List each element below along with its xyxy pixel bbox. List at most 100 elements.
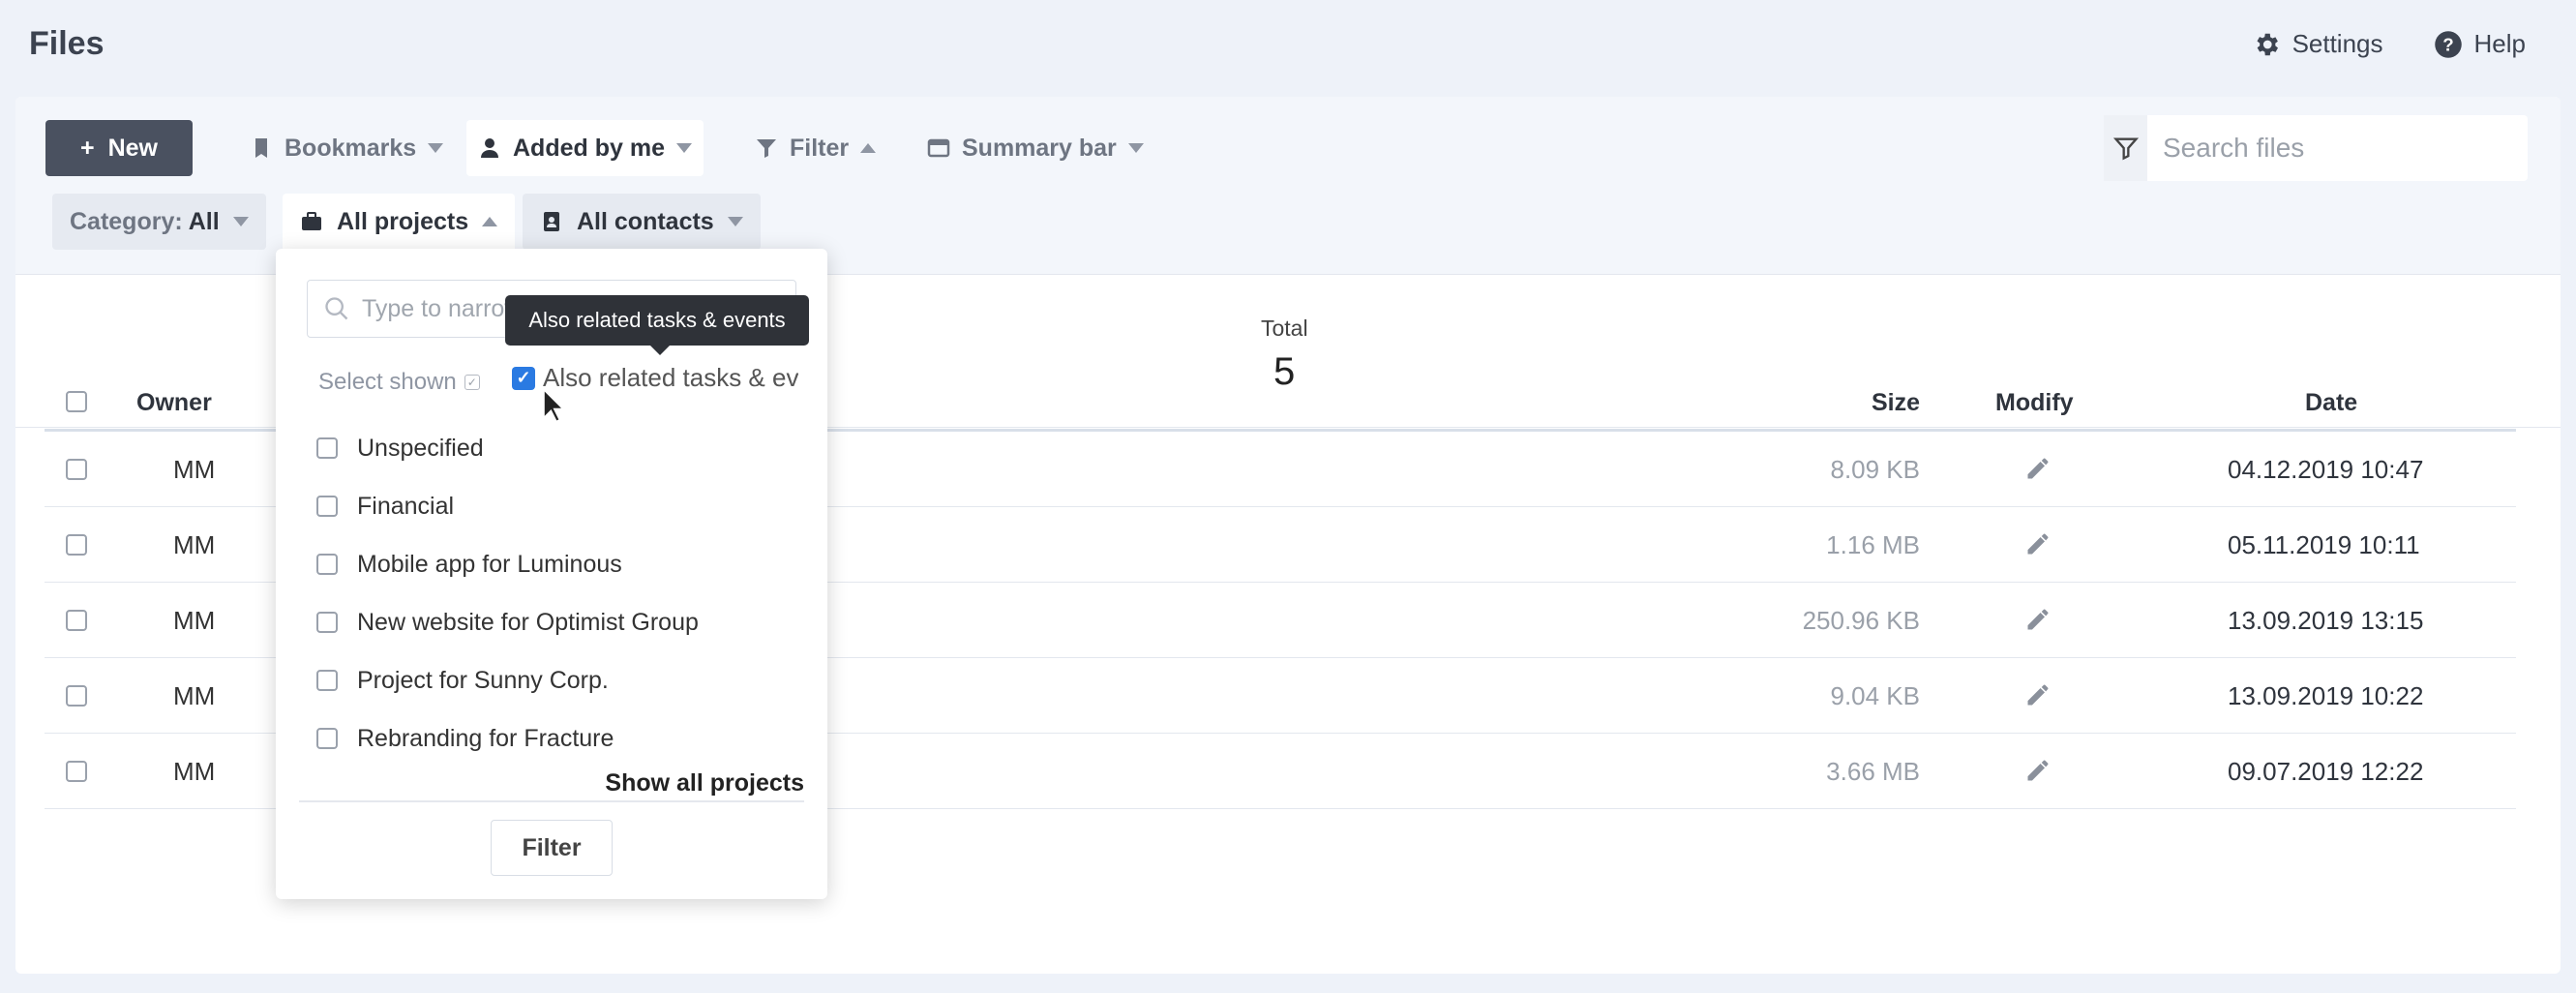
select-all-checkbox[interactable] — [66, 391, 87, 412]
list-item[interactable]: Project for Sunny Corp. — [316, 651, 800, 709]
settings-label: Settings — [2291, 29, 2383, 58]
owner-cell: MM — [173, 455, 216, 484]
window-icon — [927, 138, 950, 158]
date-header[interactable]: Date — [2305, 389, 2357, 417]
project-checkbox[interactable] — [316, 728, 338, 749]
row-checkbox[interactable] — [66, 761, 87, 782]
help-label: Help — [2473, 29, 2526, 58]
bookmarks-label: Bookmarks — [285, 134, 417, 162]
owner-cell: MM — [173, 530, 216, 559]
row-checkbox[interactable] — [66, 685, 87, 707]
pencil-icon[interactable] — [2024, 757, 2052, 784]
top-bar: Files Settings ? Help — [0, 0, 2576, 95]
project-checkbox[interactable] — [316, 437, 338, 459]
project-checkbox[interactable] — [316, 554, 338, 575]
project-list: Unspecified Financial Mobile app for Lum… — [316, 419, 800, 767]
summary-bar-label: Summary bar — [962, 134, 1117, 162]
project-checkbox[interactable] — [316, 496, 338, 517]
row-checkbox[interactable] — [66, 534, 87, 556]
modify-header: Modify — [1995, 389, 2074, 416]
list-item[interactable]: Financial — [316, 477, 800, 535]
row-checkbox[interactable] — [66, 459, 87, 480]
chevron-down-icon — [428, 143, 444, 153]
svg-text:?: ? — [2442, 34, 2453, 54]
category-chip[interactable]: Category: All — [52, 194, 266, 250]
projects-chip[interactable]: All projects — [283, 194, 516, 250]
size-cell: 8.09 KB — [1830, 455, 1920, 484]
settings-link[interactable]: Settings — [2252, 29, 2383, 59]
size-cell: 250.96 KB — [1802, 606, 1920, 635]
chevron-down-icon — [232, 217, 249, 226]
owner-cell: MM — [173, 606, 216, 635]
filter-icon — [757, 139, 776, 158]
new-button-label: New — [107, 134, 158, 162]
select-shown-checkbox[interactable]: ✓ — [464, 375, 480, 390]
page-title: Files — [29, 25, 105, 62]
gear-icon — [2257, 33, 2278, 55]
filter-icon — [2112, 137, 2139, 161]
category-value: All — [188, 207, 220, 235]
project-label: Mobile app for Luminous — [357, 550, 622, 578]
owner-cell: MM — [173, 681, 216, 710]
list-item[interactable]: Unspecified — [316, 419, 800, 477]
search-box — [2104, 115, 2528, 181]
chevron-down-icon — [1127, 143, 1144, 153]
pencil-icon[interactable] — [2024, 455, 2052, 482]
size-header[interactable]: Size — [1872, 389, 1920, 417]
date-cell: 04.12.2019 10:47 — [2228, 455, 2424, 484]
project-label: Project for Sunny Corp. — [357, 666, 609, 694]
show-all-projects-link[interactable]: Show all projects — [605, 769, 804, 797]
filter-button[interactable]: Filter — [491, 820, 613, 876]
project-label: Financial — [357, 492, 455, 520]
search-input[interactable] — [2147, 115, 2528, 181]
dropdown-divider — [299, 800, 804, 802]
tooltip: Also related tasks & events — [505, 295, 809, 355]
project-label: New website for Optimist Group — [357, 608, 699, 636]
date-cell: 13.09.2019 13:15 — [2228, 606, 2424, 635]
user-icon — [481, 138, 498, 158]
top-right-links: Settings ? Help — [2252, 29, 2526, 59]
list-item[interactable]: Mobile app for Luminous — [316, 535, 800, 593]
added-by-me-dropdown[interactable]: Added by me — [466, 120, 704, 176]
also-related-checkbox[interactable]: ✓ — [512, 366, 535, 390]
projects-dropdown: Select shown ✓ ✓ Also related tasks & ev… — [276, 249, 827, 899]
search-filter-button[interactable] — [2104, 115, 2147, 181]
row-checkbox[interactable] — [66, 610, 87, 631]
chevron-down-icon — [727, 217, 743, 226]
help-link[interactable]: ? Help — [2434, 29, 2526, 59]
pencil-icon[interactable] — [2024, 606, 2052, 633]
date-cell: 09.07.2019 12:22 — [2228, 757, 2424, 786]
project-label: Rebranding for Fracture — [357, 724, 614, 752]
category-label: Category: — [70, 207, 183, 235]
search-icon — [325, 297, 348, 320]
size-cell: 1.16 MB — [1826, 530, 1920, 559]
project-label: Unspecified — [357, 434, 484, 462]
contact-book-icon — [544, 212, 559, 231]
added-by-me-label: Added by me — [513, 134, 665, 162]
owner-header[interactable]: Owner — [136, 389, 212, 417]
owner-cell: MM — [173, 757, 216, 786]
filter-dropdown[interactable]: Filter — [743, 120, 887, 176]
select-shown-toggle[interactable]: Select shown ✓ — [318, 369, 480, 396]
project-checkbox[interactable] — [316, 612, 338, 633]
select-shown-label: Select shown — [318, 369, 457, 395]
list-item[interactable]: New website for Optimist Group — [316, 593, 800, 651]
category-chip-text: Category: All — [70, 208, 220, 236]
size-cell: 3.66 MB — [1826, 757, 1920, 786]
bookmarks-dropdown[interactable]: Bookmarks — [238, 120, 455, 176]
list-item[interactable]: Rebranding for Fracture — [316, 709, 800, 767]
new-button[interactable]: + New — [45, 120, 193, 176]
summary-bar-dropdown[interactable]: Summary bar — [915, 120, 1155, 176]
size-cell: 9.04 KB — [1830, 681, 1920, 710]
bookmark-icon — [255, 138, 267, 158]
pencil-icon[interactable] — [2024, 530, 2052, 557]
also-related-label: Also related tasks & events — [543, 363, 798, 392]
pencil-icon[interactable] — [2024, 681, 2052, 708]
filter-label: Filter — [790, 134, 850, 162]
contacts-chip[interactable]: All contacts — [523, 194, 761, 250]
chevron-down-icon — [675, 143, 692, 153]
mouse-cursor-icon — [542, 387, 566, 423]
briefcase-icon — [302, 212, 321, 230]
date-cell: 05.11.2019 10:11 — [2228, 530, 2420, 559]
project-checkbox[interactable] — [316, 670, 338, 691]
